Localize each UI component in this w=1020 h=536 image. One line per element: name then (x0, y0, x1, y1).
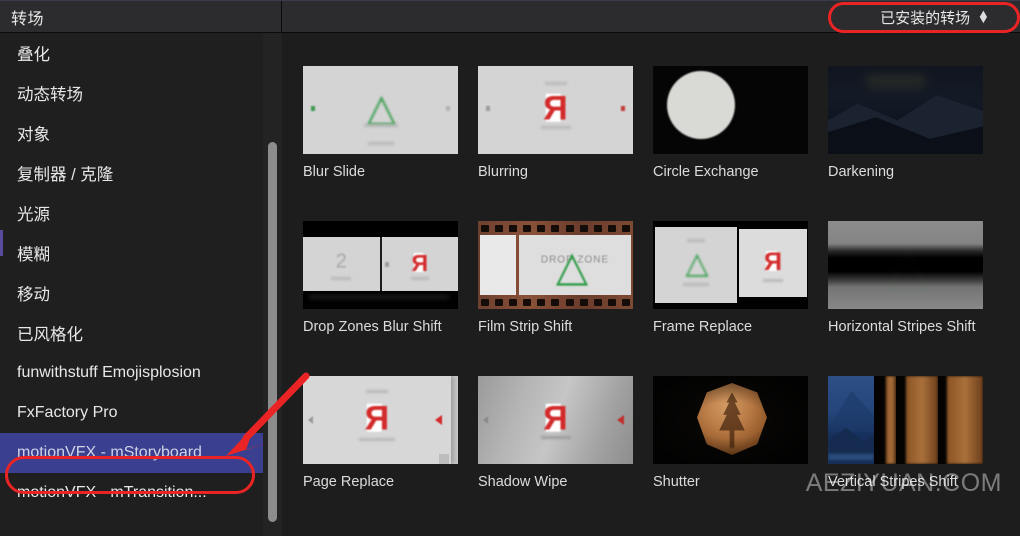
transition-item[interactable]: Я Page Replace (303, 376, 458, 492)
transition-label: Film Strip Shift (478, 319, 573, 335)
thumbnail-horizontal-stripes[interactable]: △ (828, 221, 983, 309)
transition-label: Shadow Wipe (478, 474, 568, 490)
thumbnail-drop-zones[interactable]: 2Я (303, 221, 458, 309)
transition-label: Circle Exchange (653, 164, 759, 180)
thumbnail-blurring[interactable]: Я (478, 66, 633, 154)
sidebar-item-1[interactable]: 动态转场 (0, 73, 281, 113)
transition-item[interactable]: △ Я Frame Replace (653, 221, 808, 337)
sidebar-item-label: 光源 (17, 206, 50, 224)
sidebar-item-9[interactable]: FxFactory Pro (0, 393, 281, 433)
thumbnail-circle-exchange[interactable] (653, 66, 808, 154)
chevron-up-down-icon: ▲ ▼ (977, 8, 990, 26)
transition-label: Page Replace (303, 474, 395, 490)
transition-label: Blurring (478, 164, 528, 180)
sidebar-item-label: 动态转场 (17, 86, 83, 104)
dropdown-label: 已安装的转场 (880, 9, 971, 27)
sidebar-item-5[interactable]: 模糊 (0, 233, 281, 273)
transition-item[interactable]: △ Blur Slide (303, 66, 458, 182)
sidebar-item-label: FxFactory Pro (17, 404, 118, 421)
sidebar-list[interactable]: 叠化动态转场对象复制器 / 克隆 光源模糊移动已风格化 funwithstuff E… (0, 33, 281, 513)
sidebar-item-2[interactable]: 对象 (0, 113, 281, 153)
sidebar-item-11[interactable]: motionVFX - mTransition... (0, 473, 281, 513)
thumbnail-shadow-wipe[interactable]: Я (478, 376, 633, 464)
transition-grid: △ Blur Slide Я Blurring Circle Exchange Darke… (283, 33, 1020, 490)
logo-r-icon: Я (543, 89, 568, 128)
transition-label: Frame Replace (653, 319, 753, 335)
installed-transitions-dropdown[interactable]: 已安装的转场 ▲ ▼ (876, 5, 993, 30)
circle-shape (667, 71, 735, 139)
sidebar-item-label: motionVFX - mTransition... (17, 484, 207, 501)
sidebar-item-label: 移动 (17, 286, 50, 304)
sidebar-item-label: motionVFX - mStoryboard (17, 444, 202, 461)
transition-label: Darkening (828, 164, 895, 180)
sidebar-item-label: 对象 (17, 126, 50, 144)
sidebar-item-6[interactable]: 移动 (0, 273, 281, 313)
sidebar-item-3[interactable]: 复制器 / 克隆 (0, 153, 281, 193)
sidebar-item-4[interactable]: 光源 (0, 193, 281, 233)
transition-item[interactable]: Я Blurring (478, 66, 633, 182)
thumbnail-vertical-stripes[interactable] (828, 376, 983, 464)
transition-label: Horizontal Stripes Shift (828, 319, 976, 335)
transition-label: Blur Slide (303, 164, 366, 180)
thumbnail-blur-slide[interactable]: △ (303, 66, 458, 154)
transition-item[interactable]: Я Shadow Wipe (478, 376, 633, 492)
sidebar-item-10[interactable]: motionVFX - mStoryboard (0, 433, 281, 473)
sidebar-item-label: 叠化 (17, 46, 50, 64)
transition-item[interactable]: Circle Exchange (653, 66, 808, 182)
thumbnail-darkening[interactable] (828, 66, 983, 154)
sidebar-item-8[interactable]: funwithstuff Emojisplosion (0, 353, 281, 393)
thumbnail-page-replace[interactable]: Я (303, 376, 458, 464)
transitions-browser-window: 转场 已安装的转场 ▲ ▼ 叠化动态转场对象复制器 / 克隆 光源模糊移动已风格化 f… (0, 0, 1020, 536)
transition-item[interactable]: Vertical Stripes Shift (828, 376, 983, 492)
transition-item[interactable]: △ Horizontal Stripes Shift (828, 221, 983, 337)
transition-item[interactable]: Darkening (828, 66, 983, 182)
sidebar-header: 转场 (0, 1, 282, 33)
transition-browser-pane[interactable]: △ Blur Slide Я Blurring Circle Exchange Darke… (283, 33, 1020, 536)
thumbnail-film-strip[interactable]: DROP ZONE △ (478, 221, 633, 309)
sidebar-item-label: funwithstuff Emojisplosion (17, 364, 201, 381)
top-header-bar: 转场 已安装的转场 ▲ ▼ (0, 0, 1020, 33)
sidebar-item-label: 复制器 / 克隆 (17, 166, 114, 184)
sidebar-item-label: 模糊 (17, 246, 50, 264)
transition-label: Shutter (653, 474, 700, 490)
page-title: 转场 (11, 11, 45, 28)
thumbnail-frame-replace[interactable]: △ Я (653, 221, 808, 309)
transition-label: Drop Zones Blur Shift (303, 319, 442, 335)
sidebar-item-label: 已风格化 (17, 326, 83, 344)
thumbnail-shutter[interactable] (653, 376, 808, 464)
sidebar-item-0[interactable]: 叠化 (0, 33, 281, 73)
transition-item[interactable]: 2 Я Drop Zones Blur Shift (303, 221, 458, 337)
sidebar-item-7[interactable]: 已风格化 (0, 313, 281, 353)
transition-label: Vertical Stripes Shift (828, 474, 958, 490)
sidebar-scrollbar-thumb[interactable] (268, 142, 277, 522)
transition-item[interactable]: Shutter (653, 376, 808, 492)
browser-header: 已安装的转场 ▲ ▼ (282, 1, 1020, 33)
category-sidebar[interactable]: 叠化动态转场对象复制器 / 克隆 光源模糊移动已风格化 funwithstuff E… (0, 33, 282, 536)
transition-item[interactable]: DROP ZONE △ Film Strip Shift (478, 221, 633, 337)
